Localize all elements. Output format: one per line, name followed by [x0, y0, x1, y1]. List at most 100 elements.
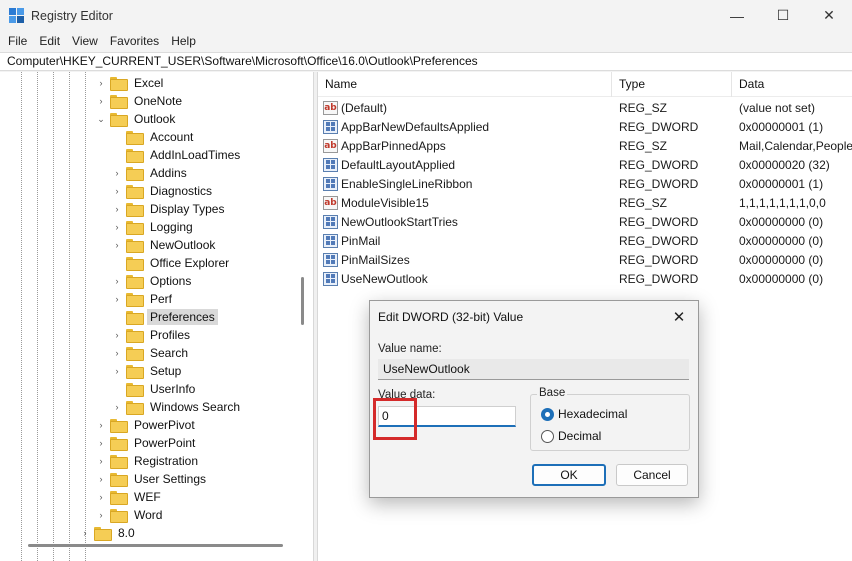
tree-item-user-settings[interactable]: › User Settings [96, 470, 209, 488]
chevron-right-icon[interactable]: › [112, 362, 122, 380]
value-name: DefaultLayoutApplied [341, 157, 456, 172]
binary-value-icon [323, 271, 338, 286]
column-header-data[interactable]: Data [732, 72, 852, 97]
chevron-right-icon[interactable]: › [96, 74, 106, 92]
tree-item-powerpoint[interactable]: › PowerPoint [96, 434, 198, 452]
folder-icon [110, 437, 128, 451]
chevron-right-icon[interactable]: › [112, 200, 122, 218]
tree-item-userinfo[interactable]: UserInfo [112, 380, 198, 398]
chevron-right-icon[interactable]: › [112, 218, 122, 236]
tree-item-label: NewOutlook [150, 238, 216, 252]
chevron-right-icon[interactable]: › [96, 506, 106, 524]
maximize-button[interactable]: ☐ [760, 0, 806, 31]
column-header-type[interactable]: Type [612, 72, 732, 97]
chevron-right-icon[interactable]: › [112, 272, 122, 290]
tree-item-diagnostics[interactable]: › Diagnostics [112, 182, 215, 200]
tree-item-onenote[interactable]: › OneNote [96, 92, 185, 110]
column-header-name[interactable]: Name [318, 72, 612, 97]
tree-item-addinloadtimes[interactable]: AddInLoadTimes [112, 146, 243, 164]
dialog-close-icon[interactable]: ✕ [668, 306, 690, 328]
value-data-input[interactable] [378, 406, 516, 427]
tree-item-addins[interactable]: › Addins [112, 164, 190, 182]
chevron-right-icon[interactable]: › [112, 236, 122, 254]
tree-horizontal-scrollbar[interactable] [28, 544, 283, 547]
value-name: (Default) [341, 100, 388, 115]
window-title: Registry Editor [31, 8, 113, 23]
value-name: EnableSingleLineRibbon [341, 176, 473, 191]
tree-item-wef[interactable]: › WEF [96, 488, 164, 506]
folder-icon [126, 239, 144, 253]
table-row[interactable]: ab AppBarPinnedApps REG_SZ Mail,Calendar,… [318, 136, 852, 155]
menu-file[interactable]: File [2, 34, 33, 48]
menu-favorites[interactable]: Favorites [104, 34, 165, 48]
table-row[interactable]: ab (Default) REG_SZ (value not set) [318, 98, 852, 117]
close-button[interactable]: ✕ [806, 0, 852, 31]
decimal-radio[interactable]: Decimal [541, 429, 601, 443]
table-row[interactable]: ab ModuleVisible15 REG_SZ 1,1,1,1,1,1,1,0… [318, 193, 852, 212]
chevron-right-icon[interactable]: › [96, 92, 106, 110]
value-data: 1,1,1,1,1,1,1,0,0 [739, 195, 826, 210]
table-row[interactable]: DefaultLayoutApplied REG_DWORD 0x0000002… [318, 155, 852, 174]
tree-item-profiles[interactable]: › Profiles [112, 326, 193, 344]
tree-item-windows-search[interactable]: › Windows Search [112, 398, 243, 416]
chevron-right-icon[interactable]: › [96, 470, 106, 488]
table-row[interactable]: EnableSingleLineRibbon REG_DWORD 0x00000… [318, 174, 852, 193]
ok-button[interactable]: OK [532, 464, 606, 486]
tree-item-logging[interactable]: › Logging [112, 218, 196, 236]
tree-item-8-0[interactable]: › 8.0 [80, 524, 138, 542]
tree-expander [112, 254, 122, 272]
chevron-right-icon[interactable]: › [96, 488, 106, 506]
chevron-right-icon[interactable]: › [112, 344, 122, 362]
radio-checked-icon[interactable] [541, 407, 554, 421]
table-row[interactable]: PinMail REG_DWORD 0x00000000 (0) [318, 231, 852, 250]
chevron-right-icon[interactable]: › [112, 326, 122, 344]
chevron-down-icon[interactable]: ⌄ [96, 110, 106, 128]
tree-item-word[interactable]: › Word [96, 506, 165, 524]
tree-item-excel[interactable]: › Excel [96, 74, 166, 92]
tree-item-newoutlook[interactable]: › NewOutlook [112, 236, 218, 254]
chevron-right-icon[interactable]: › [96, 452, 106, 470]
chevron-right-icon[interactable]: › [112, 182, 122, 200]
tree-vertical-scrollbar[interactable] [301, 277, 304, 325]
key-tree-pane[interactable]: › Excel › OneNote ⌄ Outlook Account AddInLo… [0, 72, 313, 561]
hexadecimal-radio[interactable]: Hexadecimal [541, 407, 627, 421]
chevron-right-icon[interactable]: › [96, 434, 106, 452]
table-row[interactable]: PinMailSizes REG_DWORD 0x00000000 (0) [318, 250, 852, 269]
tree-item-setup[interactable]: › Setup [112, 362, 184, 380]
tree-item-registration[interactable]: › Registration [96, 452, 201, 470]
address-bar[interactable]: Computer\HKEY_CURRENT_USER\Software\Micr… [0, 52, 852, 71]
menu-view[interactable]: View [66, 34, 104, 48]
value-type: REG_DWORD [619, 214, 699, 229]
menu-edit[interactable]: Edit [33, 34, 66, 48]
minimize-button[interactable]: — [714, 0, 760, 31]
binary-value-icon [323, 176, 338, 191]
chevron-right-icon[interactable]: › [112, 290, 122, 308]
hexadecimal-label: Hexadecimal [558, 407, 628, 421]
chevron-right-icon[interactable]: › [96, 416, 106, 434]
tree-item-powerpivot[interactable]: › PowerPivot [96, 416, 198, 434]
cancel-button[interactable]: Cancel [616, 464, 688, 486]
folder-icon [126, 257, 144, 271]
tree-item-search[interactable]: › Search [112, 344, 191, 362]
tree-item-account[interactable]: Account [112, 128, 196, 146]
menu-help[interactable]: Help [165, 34, 202, 48]
value-type: REG_SZ [619, 195, 668, 210]
tree-item-perf[interactable]: › Perf [112, 290, 175, 308]
table-row[interactable]: NewOutlookStartTries REG_DWORD 0x0000000… [318, 212, 852, 231]
chevron-right-icon[interactable]: › [112, 398, 122, 416]
tree-item-label: Setup [150, 364, 182, 378]
tree-item-label: Display Types [150, 202, 225, 216]
tree-item-outlook[interactable]: ⌄ Outlook [96, 110, 178, 128]
folder-icon [126, 401, 144, 415]
folder-icon [126, 203, 144, 217]
radio-unchecked-icon[interactable] [541, 429, 554, 443]
table-row[interactable]: UseNewOutlook REG_DWORD 0x00000000 (0) [318, 269, 852, 288]
tree-item-preferences[interactable]: Preferences [112, 308, 218, 326]
tree-item-display-types[interactable]: › Display Types [112, 200, 227, 218]
table-row[interactable]: AppBarNewDefaultsApplied REG_DWORD 0x000… [318, 117, 852, 136]
tree-item-office-explorer[interactable]: Office Explorer [112, 254, 232, 272]
chevron-right-icon[interactable]: › [112, 164, 122, 182]
tree-item-options[interactable]: › Options [112, 272, 194, 290]
chevron-right-icon[interactable]: › [80, 524, 90, 542]
folder-icon [126, 383, 144, 397]
